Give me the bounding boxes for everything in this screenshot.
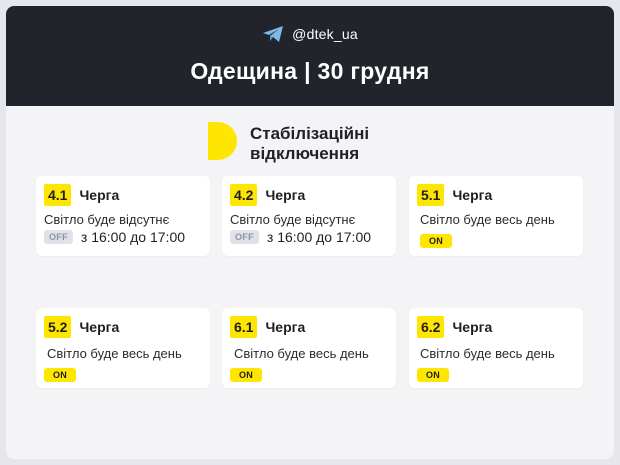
off-time-range: з 16:00 до 17:00 [80,229,186,245]
queue-card-4-2: 4.2 Черга Світло буде відсутнє OFF з 16:… [222,176,396,256]
queue-label: Черга [79,187,120,203]
on-badge: ON [420,234,453,248]
status-text: Світло буде весь день [234,346,369,361]
queue-label: Черга [265,319,306,335]
queue-card-6-2: 6.2 Черга Світло буде весь день ON [409,308,583,388]
status-text: Світло буде відсутнє [230,212,356,227]
on-badge: ON [44,368,77,382]
off-badge: OFF [230,230,259,244]
page-title: Одещина | 30 грудня [190,58,430,84]
queue-number-badge: 4.1 [44,184,72,206]
brand: Стабілізаційні відключення [208,122,369,165]
queue-label: Черга [452,319,493,335]
brand-line-2: відключення [250,143,360,163]
queue-card-5-2: 5.2 Черга Світло буде весь день ON [36,308,210,388]
status-text: Світло буде відсутнє [44,212,170,227]
card-header: 5.2 Черга [44,316,119,338]
off-badge: OFF [44,230,73,244]
card-header: 4.2 Черга [230,184,305,206]
dtek-d-logo [208,122,238,165]
queue-label: Черга [265,187,306,203]
off-time-range: з 16:00 до 17:00 [266,229,372,245]
telegram-handle[interactable]: @dtek_ua [292,26,358,42]
queue-number-badge: 6.2 [417,316,445,338]
status-text: Світло буде весь день [420,212,555,227]
queue-card-5-1: 5.1 Черга Світло буде весь день ON [409,176,583,256]
off-row: OFF з 16:00 до 17:00 [230,229,371,245]
queue-number-badge: 6.1 [230,316,258,338]
queue-card-6-1: 6.1 Черга Світло буде весь день ON [222,308,396,388]
queue-number-badge: 5.1 [417,184,445,206]
queue-card-4-1: 4.1 Черга Світло буде відсутнє OFF з 16:… [36,176,210,256]
on-badge: ON [230,368,263,382]
header: @dtek_ua Одещина | 30 грудня [6,6,614,106]
card-header: 6.1 Черга [230,316,305,338]
schedule-frame: @dtek_ua Одещина | 30 грудня Стабілізаці… [6,6,614,459]
card-header: 4.1 Черга [44,184,119,206]
card-header: 5.1 Черга [417,184,492,206]
queue-label: Черга [79,319,120,335]
status-text: Світло буде весь день [47,346,182,361]
telegram-handle-row[interactable]: @dtek_ua [6,20,614,48]
queue-number-badge: 4.2 [230,184,258,206]
queue-label: Черга [452,187,493,203]
brand-label: Стабілізаційні відключення [250,124,369,164]
queue-number-badge: 5.2 [44,316,72,338]
on-badge: ON [417,368,450,382]
brand-line-1: Стабілізаційні [250,123,370,143]
status-text: Світло буде весь день [420,346,555,361]
telegram-icon [262,25,284,43]
off-row: OFF з 16:00 до 17:00 [44,229,185,245]
card-header: 6.2 Черга [417,316,492,338]
